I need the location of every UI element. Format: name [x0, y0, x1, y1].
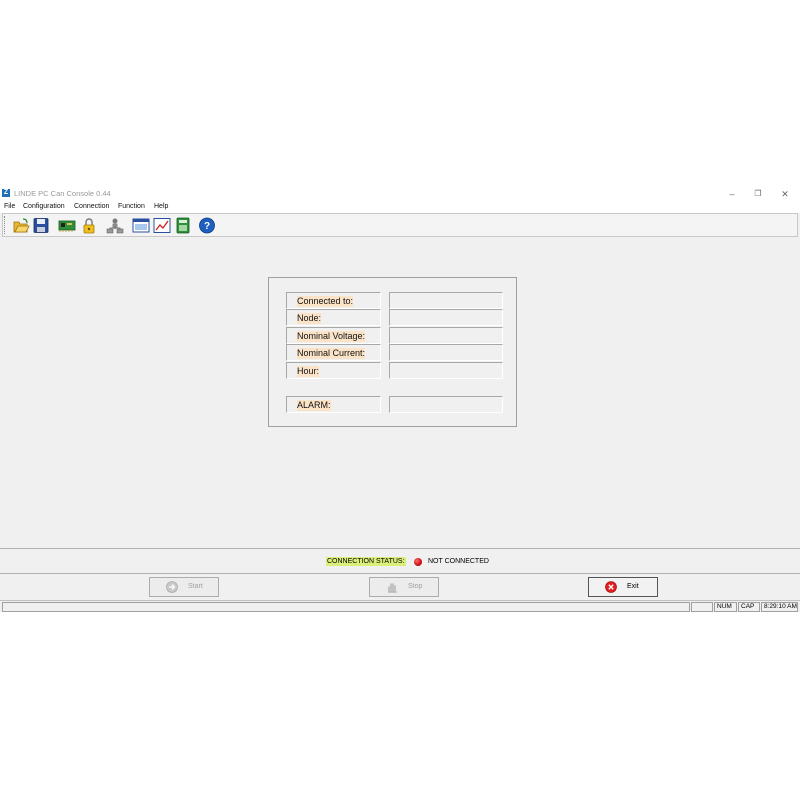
clock: 8:29:10 AM	[761, 602, 798, 612]
alarm-value	[389, 396, 503, 413]
num-lock-indicator: NUM	[714, 602, 737, 612]
status-message-pane	[2, 602, 690, 612]
close-button[interactable]: ✕	[775, 187, 795, 201]
network-users-icon[interactable]	[106, 217, 124, 234]
menu-connection[interactable]: Connection	[74, 203, 109, 210]
connection-status-value: NOT CONNECTED	[428, 558, 489, 565]
exit-x-icon	[605, 581, 617, 593]
start-arrow-icon	[166, 581, 178, 593]
status-led-icon	[414, 558, 422, 566]
connected-to-text: Connected to:	[297, 296, 354, 307]
toolbar-grip[interactable]	[4, 216, 7, 234]
minimize-button[interactable]: –	[722, 187, 742, 201]
connection-status-bar: CONNECTION STATUS: NOT CONNECTED	[0, 548, 800, 574]
stop-button[interactable]: Stop	[369, 577, 439, 597]
node-value	[389, 309, 503, 326]
lock-icon[interactable]	[80, 217, 98, 234]
status-bar: NUM CAP 8:29:10 AM	[0, 600, 800, 612]
nominal-current-value	[389, 344, 503, 361]
svg-text:?: ?	[204, 221, 210, 232]
restore-button[interactable]: ❐	[748, 187, 768, 201]
chart-icon[interactable]	[153, 217, 171, 234]
monitor-window-icon[interactable]	[132, 217, 150, 234]
can-card-icon[interactable]	[58, 217, 76, 234]
stop-button-label: Stop	[408, 583, 423, 590]
menu-configuration[interactable]: Configuration	[23, 203, 65, 210]
node-label: Node:	[286, 309, 381, 326]
exit-button[interactable]: Exit	[588, 577, 658, 597]
start-button[interactable]: Start	[149, 577, 219, 597]
menu-function[interactable]: Function	[118, 203, 145, 210]
alarm-label: ALARM:	[286, 396, 381, 413]
calculator-icon[interactable]	[174, 217, 192, 234]
info-panel: Connected to: Node: Nominal Voltage: Nom…	[268, 277, 517, 427]
nominal-current-text: Nominal Current:	[297, 348, 366, 359]
open-folder-icon[interactable]	[12, 217, 30, 234]
hour-value	[389, 362, 503, 379]
nominal-voltage-text: Nominal Voltage:	[297, 331, 366, 342]
alarm-text: ALARM:	[297, 400, 331, 411]
hour-text: Hour:	[297, 366, 320, 377]
save-disk-icon[interactable]	[32, 217, 50, 234]
hour-label: Hour:	[286, 362, 381, 379]
status-empty-pane	[691, 602, 713, 612]
nominal-current-label: Nominal Current:	[286, 344, 381, 361]
exit-button-label: Exit	[627, 583, 639, 590]
menu-file[interactable]: File	[4, 203, 15, 210]
stop-hand-icon	[388, 583, 397, 593]
connected-to-label: Connected to:	[286, 292, 381, 309]
window-title: LINDE PC Can Console 0.44	[14, 189, 111, 198]
menu-bar: File Configuration Connection Function H…	[0, 202, 800, 213]
caps-lock-indicator: CAP	[738, 602, 760, 612]
nominal-voltage-value	[389, 327, 503, 344]
toolbar: ?	[2, 213, 798, 237]
connection-status-label: CONNECTION STATUS:	[326, 557, 406, 566]
app-window: Z LINDE PC Can Console 0.44 – ❐ ✕ File C…	[0, 186, 800, 612]
title-bar: Z LINDE PC Can Console 0.44 – ❐ ✕	[0, 186, 800, 202]
connected-to-value	[389, 292, 503, 309]
nominal-voltage-label: Nominal Voltage:	[286, 327, 381, 344]
app-logo-icon: Z	[2, 189, 10, 197]
help-icon[interactable]: ?	[198, 217, 216, 234]
start-button-label: Start	[188, 583, 203, 590]
menu-help[interactable]: Help	[154, 203, 168, 210]
node-text: Node:	[297, 313, 322, 324]
